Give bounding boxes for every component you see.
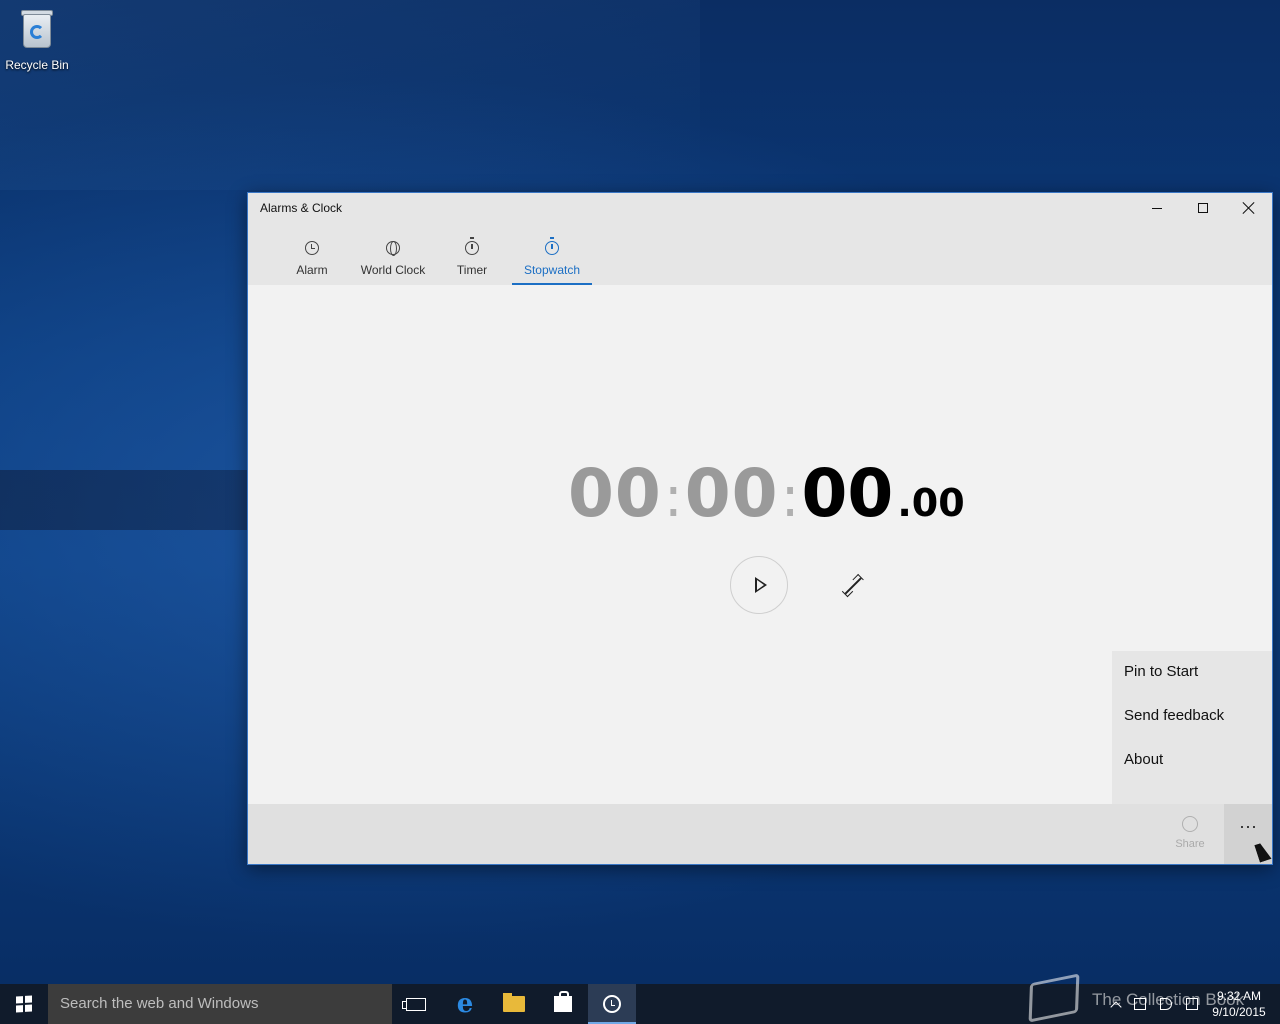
close-button[interactable] [1226, 193, 1272, 223]
share-label: Share [1175, 838, 1205, 850]
title-bar[interactable]: Alarms & Clock [248, 193, 1272, 223]
recycle-bin-icon [19, 8, 55, 48]
task-view-icon [402, 997, 426, 1011]
expand-button[interactable] [840, 573, 866, 599]
alarms-clock-taskbar-button[interactable] [588, 984, 636, 1024]
stopwatch-fraction: .00 [897, 481, 965, 525]
overflow-menu: Pin to Start Send feedback About [1112, 651, 1272, 804]
windows-logo-icon [16, 995, 32, 1013]
alarms-clock-window: Alarms & Clock Alarm World Clock Timer S… [247, 192, 1273, 865]
taskbar: Search the web and Windows e 9:32 AM 9/1… [0, 984, 1280, 1024]
menu-item-pin-to-start[interactable]: Pin to Start [1124, 663, 1198, 680]
stopwatch-minutes: 00 [684, 455, 779, 532]
folder-icon [503, 993, 525, 1012]
tab-stopwatch[interactable]: Stopwatch [512, 223, 592, 285]
stopwatch-icon [545, 237, 559, 255]
alarm-icon [305, 241, 319, 255]
start-stopwatch-button[interactable] [730, 556, 788, 614]
active-tab-indicator [512, 283, 592, 285]
edge-icon: e [456, 989, 474, 1019]
edge-browser-button[interactable]: e [441, 984, 489, 1024]
minimize-button[interactable] [1134, 193, 1180, 223]
tab-alarm[interactable]: Alarm [288, 223, 336, 285]
world-clock-icon [386, 241, 400, 256]
tab-label: Timer [456, 263, 488, 277]
tab-timer[interactable]: Timer [448, 223, 496, 285]
stopwatch-separator: : [780, 465, 800, 530]
share-icon [1182, 816, 1198, 832]
tab-world-clock[interactable]: World Clock [352, 223, 434, 285]
desktop-icon-recycle-bin[interactable]: Recycle Bin [4, 8, 70, 72]
share-button[interactable]: Share [1168, 816, 1212, 850]
tab-label: World Clock [360, 263, 426, 277]
tab-bar: Alarm World Clock Timer Stopwatch [248, 223, 1272, 285]
desktop-icon-label: Recycle Bin [5, 58, 69, 72]
minimize-icon [1152, 207, 1162, 209]
search-box[interactable]: Search the web and Windows [48, 984, 392, 1024]
app-bar: Share ··· [248, 804, 1272, 864]
menu-item-send-feedback[interactable]: Send feedback [1124, 707, 1224, 724]
stopwatch-seconds: 00 [801, 455, 894, 532]
watermark-text: The Collection Book [1092, 990, 1245, 1009]
stopwatch-separator: : [663, 465, 683, 530]
play-icon [755, 577, 767, 593]
timer-icon [465, 237, 479, 255]
store-button[interactable] [539, 984, 587, 1024]
stopwatch-hours: 00 [568, 455, 662, 532]
start-button[interactable] [0, 984, 48, 1024]
tab-label: Alarm [296, 263, 328, 277]
store-icon [554, 991, 572, 1012]
stopwatch-display: 00:00:00.00 [568, 455, 965, 535]
file-explorer-button[interactable] [490, 984, 538, 1024]
tab-label: Stopwatch [523, 263, 581, 277]
task-view-button[interactable] [392, 984, 440, 1024]
alarm-clock-icon [603, 995, 621, 1013]
menu-item-about[interactable]: About [1124, 751, 1163, 768]
close-icon [1243, 202, 1255, 214]
maximize-icon [1198, 203, 1208, 213]
expand-icon [844, 577, 862, 595]
maximize-button[interactable] [1180, 193, 1226, 223]
window-title: Alarms & Clock [260, 201, 343, 215]
